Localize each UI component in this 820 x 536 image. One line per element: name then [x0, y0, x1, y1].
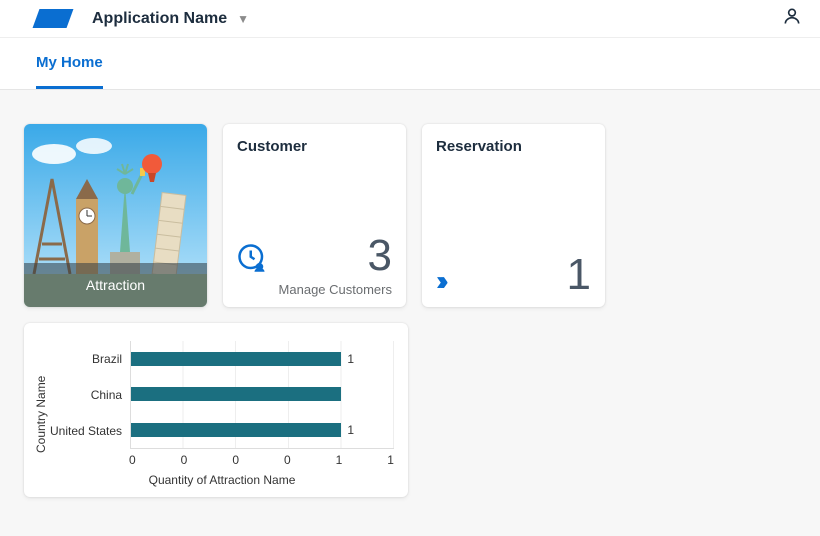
chart-xtick: 0	[129, 453, 136, 467]
app-name-dropdown[interactable]: Application Name ▼	[92, 10, 249, 28]
chart-ytick: China	[50, 384, 122, 406]
chart-bar	[131, 423, 341, 437]
chart-bar	[131, 387, 341, 401]
tab-label: My Home	[36, 54, 103, 71]
chart-xtick: 0	[181, 453, 188, 467]
chart-yticks: Brazil China United States	[50, 341, 130, 449]
user-icon[interactable]	[782, 6, 802, 31]
chart-bar-label: 1	[347, 352, 354, 366]
attraction-caption: Attraction	[24, 263, 207, 307]
chart-plot: 11	[130, 341, 394, 449]
app-header: Application Name ▼	[0, 0, 820, 38]
card-reservation[interactable]: Reservation ›› 1	[422, 124, 605, 307]
chart-ylabel: Country Name	[32, 341, 50, 487]
chart-xtick: 0	[284, 453, 291, 467]
chart-bar-row: 1	[131, 348, 394, 370]
chart-ytick: United States	[50, 420, 122, 442]
chart-xtick: 1	[387, 453, 394, 467]
chart-ytick: Brazil	[50, 348, 122, 370]
caret-down-icon: ▼	[237, 12, 249, 26]
app-logo	[33, 9, 74, 28]
chart-bar-row: 1	[131, 419, 394, 441]
app-name-label: Application Name	[92, 10, 227, 28]
chart-bar-label: 1	[347, 423, 354, 437]
chart-bar	[131, 352, 341, 366]
reservation-count: 1	[567, 253, 591, 297]
content-area: Attraction Customer 3 Manage Customers	[0, 90, 820, 531]
chevrons-right-icon: ››	[436, 265, 443, 297]
card-title: Reservation	[436, 138, 591, 155]
card-title: Customer	[237, 138, 392, 155]
customer-clock-icon	[237, 243, 267, 278]
chart-xlabel: Quantity of Attraction Name	[50, 473, 394, 487]
chart-xtick: 0	[232, 453, 239, 467]
customer-footer: Manage Customers	[237, 282, 392, 297]
card-chart: Country Name BrazilChinaUnited States 11…	[24, 323, 408, 497]
card-customer[interactable]: Customer 3 Manage Customers	[223, 124, 406, 307]
chart-xticks: 0 0 0 0 1 1	[129, 453, 394, 467]
chart-xtick: 1	[336, 453, 343, 467]
customer-count: 3	[368, 234, 392, 278]
tab-my-home[interactable]: My Home	[36, 38, 103, 89]
tab-bar: My Home	[0, 38, 820, 90]
card-attraction[interactable]: Attraction	[24, 124, 207, 307]
chart-bar-row	[131, 383, 394, 405]
